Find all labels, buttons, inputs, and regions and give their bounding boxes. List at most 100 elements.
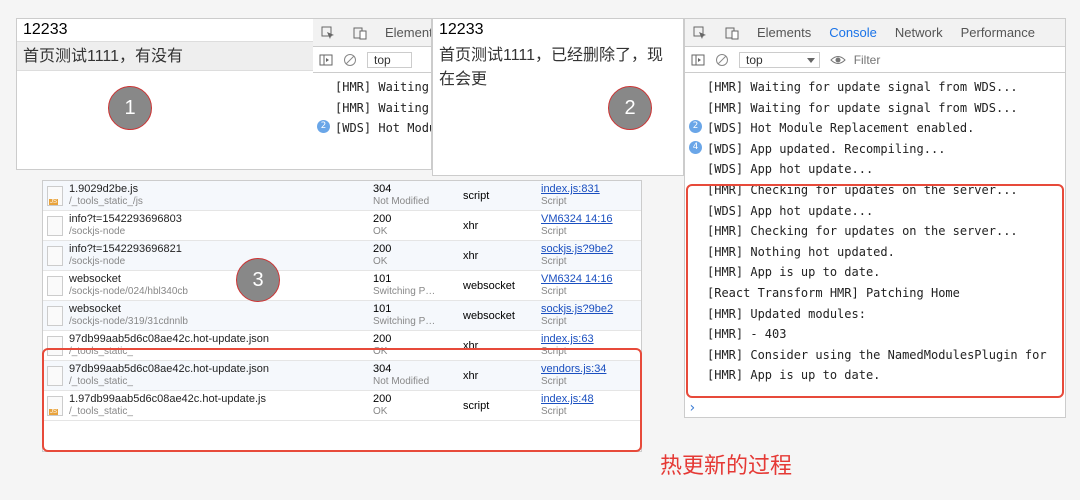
log-text: [WDS] Hot Module Replacement enabled. xyxy=(707,121,974,135)
network-request-row[interactable]: 97db99aab5d6c08ae42c.hot-update.json/_to… xyxy=(43,331,641,361)
network-request-row[interactable]: 97db99aab5d6c08ae42c.hot-update.json/_to… xyxy=(43,361,641,391)
context-selector[interactable]: top xyxy=(739,52,820,68)
console-sidebar-toggle-icon[interactable] xyxy=(691,53,705,67)
device-toolbar-icon[interactable] xyxy=(725,26,739,40)
log-text: [WDS] App updated. Recompiling... xyxy=(707,142,945,156)
initiator-link[interactable]: index.js:831 xyxy=(541,183,641,196)
initiator-link[interactable]: VM6324 14:16 xyxy=(541,273,641,286)
file-type-icon xyxy=(47,306,63,326)
request-type: websocket xyxy=(463,301,541,330)
filter-input[interactable] xyxy=(854,53,914,67)
tab-performance[interactable]: Performance xyxy=(961,25,1035,40)
inspect-element-icon[interactable] xyxy=(321,26,335,40)
context-label: top xyxy=(746,53,763,67)
log-text: [HMR] Checking for updates on the server… xyxy=(707,224,1018,238)
console-log-line: [HMR] Waiting xyxy=(313,98,431,119)
request-name: 1.9029d2be.js xyxy=(69,183,143,196)
status-text: Not Modified xyxy=(373,376,463,388)
log-text: [HMR] App is up to date. xyxy=(707,368,880,382)
request-name: info?t=1542293696803 xyxy=(69,213,182,226)
chevron-down-icon xyxy=(807,58,815,63)
status-code: 304 xyxy=(373,183,463,196)
console-log-line: [HMR] Nothing hot updated. xyxy=(685,242,1065,263)
console-sidebar-toggle-icon[interactable] xyxy=(319,53,333,67)
network-request-row[interactable]: info?t=1542293696803/sockjs-node200OKxhr… xyxy=(43,211,641,241)
console-toolbar: top xyxy=(313,47,431,73)
annotation-badge-2: 2 xyxy=(608,86,652,130)
tab-console[interactable]: Console xyxy=(829,25,877,40)
console-log-line: [WDS] App hot update... xyxy=(685,201,1065,222)
console-log-line: [HMR] Consider using the NamedModulesPlu… xyxy=(685,345,1065,366)
network-request-row[interactable]: websocket/sockjs-node/319/31cdnnlb101Swi… xyxy=(43,301,641,331)
page-header: 12233 xyxy=(433,19,683,41)
log-text: [HMR] - 403 xyxy=(707,327,786,341)
log-text: [WDS] App hot update... xyxy=(707,204,873,218)
log-text: [HMR] Waiting xyxy=(335,101,429,115)
initiator-link[interactable]: sockjs.js?9be2 xyxy=(541,243,641,256)
clear-console-icon[interactable] xyxy=(343,53,357,67)
context-selector[interactable]: top xyxy=(367,52,412,68)
status-text: Not Modified xyxy=(373,196,463,208)
log-text: [HMR] App is up to date. xyxy=(707,265,880,279)
initiator-sub: Script xyxy=(541,226,641,238)
log-text: [HMR] Updated modules: xyxy=(707,307,866,321)
page-subtitle: 首页测试1111，已经删除了，现在会更 xyxy=(433,41,683,93)
log-text: [HMR] Waiting for update signal from WDS… xyxy=(707,101,1018,115)
log-text: [React Transform HMR] Patching Home xyxy=(707,286,960,300)
annotation-badge-3: 3 xyxy=(236,258,280,302)
request-path: /_tools_static_ xyxy=(69,406,266,418)
initiator-link[interactable]: sockjs.js?9be2 xyxy=(541,303,641,316)
console-log-line: [HMR] Waiting xyxy=(313,77,431,98)
clear-console-icon[interactable] xyxy=(715,53,729,67)
request-type: script xyxy=(463,391,541,420)
initiator-sub: Script xyxy=(541,406,641,418)
console-log-area: [HMR] Waiting[HMR] Waiting2[WDS] Hot Mod… xyxy=(313,73,431,169)
status-text: Switching P… xyxy=(373,316,463,328)
inspect-element-icon[interactable] xyxy=(693,26,707,40)
request-name: info?t=1542293696821 xyxy=(69,243,182,256)
devtools-pane: Elements Console Network Performance top… xyxy=(684,18,1066,418)
file-type-icon xyxy=(47,246,63,266)
status-code: 200 xyxy=(373,243,463,256)
request-type: websocket xyxy=(463,271,541,300)
request-path: /_tools_static_ xyxy=(69,376,269,388)
initiator-sub: Script xyxy=(541,316,641,328)
request-name: websocket xyxy=(69,273,188,286)
status-text: OK xyxy=(373,226,463,238)
file-type-icon xyxy=(47,366,63,386)
request-name: 97db99aab5d6c08ae42c.hot-update.json xyxy=(69,333,269,346)
request-name: 97db99aab5d6c08ae42c.hot-update.json xyxy=(69,363,269,376)
initiator-sub: Script xyxy=(541,376,641,388)
request-type: script xyxy=(463,181,541,210)
console-log-line: [HMR] App is up to date. xyxy=(685,365,1065,386)
tab-elements[interactable]: Elements xyxy=(757,25,811,40)
network-request-row[interactable]: 1.9029d2be.js/_tools_static_/js304Not Mo… xyxy=(43,181,641,211)
network-request-row[interactable]: info?t=1542293696821/sockjs-node200OKxhr… xyxy=(43,241,641,271)
tab-network[interactable]: Network xyxy=(895,25,943,40)
console-log-line: [HMR] App is up to date. xyxy=(685,262,1065,283)
log-text: [WDS] App hot update... xyxy=(707,162,873,176)
tab-elements[interactable]: Element xyxy=(385,25,432,40)
initiator-link[interactable]: index.js:63 xyxy=(541,333,641,346)
log-text: [WDS] Hot Modu xyxy=(335,121,431,135)
device-toolbar-icon[interactable] xyxy=(353,26,367,40)
request-path: /sockjs-node xyxy=(69,256,182,268)
status-code: 200 xyxy=(373,393,463,406)
log-text: [HMR] Nothing hot updated. xyxy=(707,245,895,259)
status-code: 101 xyxy=(373,303,463,316)
initiator-link[interactable]: VM6324 14:16 xyxy=(541,213,641,226)
log-text: [HMR] Consider using the NamedModulesPlu… xyxy=(707,348,1047,362)
live-expression-icon[interactable] xyxy=(830,53,844,67)
status-code: 304 xyxy=(373,363,463,376)
file-type-icon xyxy=(47,186,63,206)
network-request-row[interactable]: websocket/sockjs-node/024/hbl340cb101Swi… xyxy=(43,271,641,301)
network-request-row[interactable]: 1.97db99aab5d6c08ae42c.hot-update.js/_to… xyxy=(43,391,641,421)
request-path: /sockjs-node/024/hbl340cb xyxy=(69,286,188,298)
console-log-area: [HMR] Waiting for update signal from WDS… xyxy=(685,73,1065,390)
devtools-tab-bar: Element xyxy=(313,19,431,47)
console-log-line: [HMR] Waiting for update signal from WDS… xyxy=(685,77,1065,98)
initiator-link[interactable]: vendors.js:34 xyxy=(541,363,641,376)
status-text: OK xyxy=(373,346,463,358)
log-text: [HMR] Waiting xyxy=(335,80,429,94)
initiator-link[interactable]: index.js:48 xyxy=(541,393,641,406)
